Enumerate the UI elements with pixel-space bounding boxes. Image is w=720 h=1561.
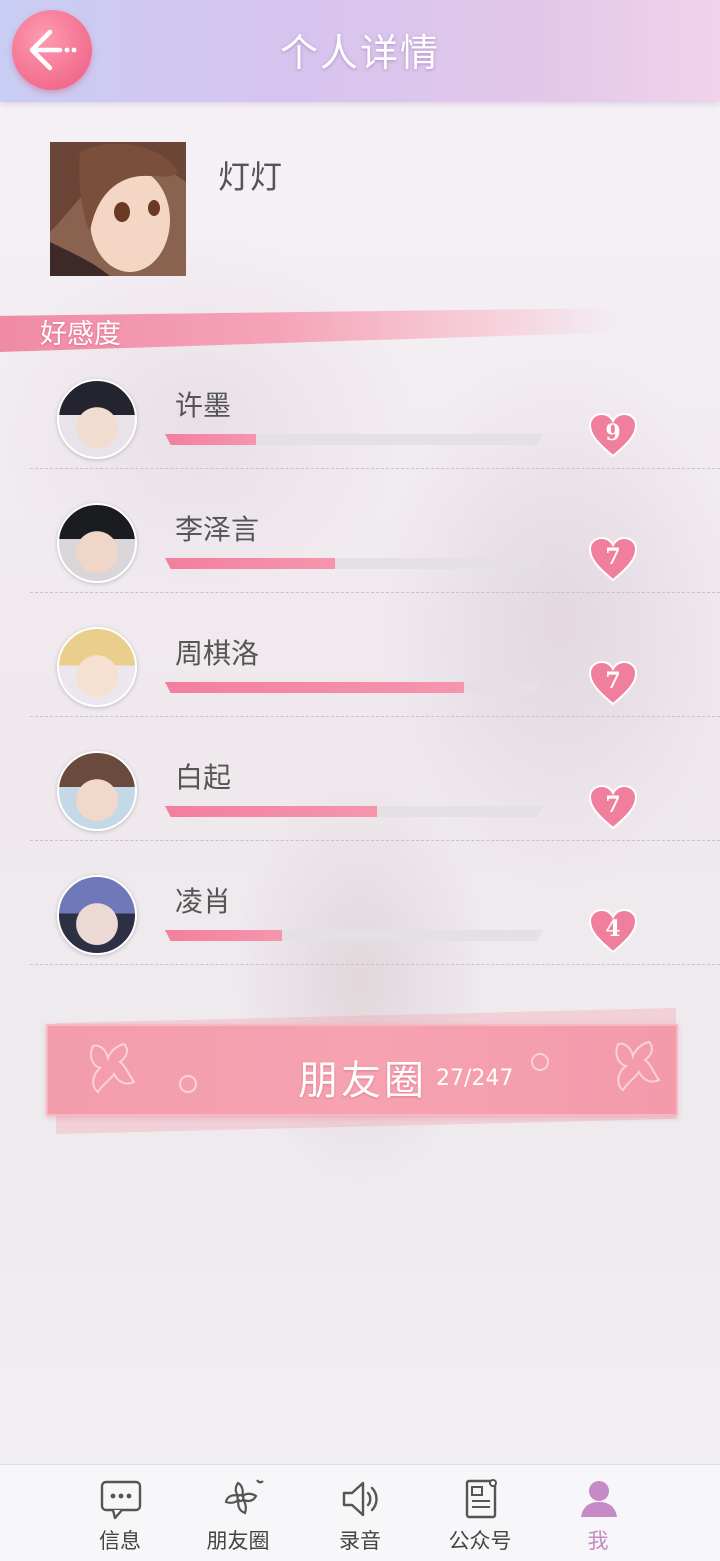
speaker-icon: [342, 1481, 378, 1517]
affinity-bar-fill: [165, 682, 464, 693]
affinity-level: 7: [605, 792, 621, 818]
affinity-bar: [165, 434, 543, 445]
row-divider: [30, 592, 720, 593]
bottom-nav: 信息 朋友圈 录音 公众号 我: [0, 1464, 720, 1561]
character-name: 周棋洛: [175, 637, 260, 670]
profile-name: 灯灯: [218, 158, 283, 196]
affinity-bar: [165, 558, 543, 569]
affinity-bar-fill: [165, 930, 283, 941]
row-divider: [30, 964, 720, 965]
affinity-bar-fill: [165, 558, 336, 569]
page-title: 个人详情: [279, 31, 440, 75]
nav-label: 信息: [99, 1529, 141, 1553]
affinity-level-heart[interactable]: 7: [588, 784, 638, 830]
character-avatar: [57, 379, 137, 459]
row-divider: [30, 716, 720, 717]
header-bar: 个人详情: [0, 0, 720, 102]
document-icon: [465, 1479, 497, 1519]
character-row-zhouqiluo[interactable]: 周棋洛 7: [0, 620, 720, 744]
moments-label: 朋友圈: [298, 1058, 427, 1104]
character-avatar: [57, 875, 137, 955]
nav-item-me[interactable]: 我: [542, 1465, 654, 1561]
section-title: 好感度: [40, 319, 121, 350]
person-icon: [581, 1481, 617, 1517]
character-avatar: [57, 751, 137, 831]
profile-avatar[interactable]: [50, 142, 186, 276]
affinity-bar: [165, 806, 543, 817]
character-name: 许墨: [175, 389, 232, 422]
affinity-level-heart[interactable]: 9: [588, 412, 638, 458]
affinity-level: 7: [605, 544, 621, 570]
profile-portrait-image: [50, 142, 186, 276]
nav-label: 录音: [339, 1529, 381, 1553]
moments-count: 27/247: [436, 1066, 514, 1091]
affinity-level: 4: [605, 916, 621, 942]
affinity-bar: [165, 682, 543, 693]
affinity-level-heart[interactable]: 7: [588, 660, 638, 706]
nav-item-messages[interactable]: 信息: [64, 1465, 176, 1561]
character-name: 凌肖: [175, 885, 232, 918]
affinity-bar-fill: [165, 806, 377, 817]
row-divider: [30, 840, 720, 841]
nav-item-recordings[interactable]: 录音: [304, 1465, 416, 1561]
affinity-level-heart[interactable]: 7: [588, 536, 638, 582]
affinity-level-heart[interactable]: 4: [588, 908, 638, 954]
character-name: 白起: [175, 761, 232, 794]
affinity-level: 9: [605, 420, 621, 446]
nav-label: 我: [587, 1529, 609, 1553]
nav-label: 公众号: [448, 1529, 512, 1553]
moments-button[interactable]: 朋友圈 27/247: [46, 1008, 678, 1134]
nav-item-official-accounts[interactable]: 公众号: [424, 1465, 536, 1561]
character-row-lingxiao[interactable]: 凌肖 4: [0, 868, 720, 992]
row-divider: [30, 468, 720, 469]
character-row-baiqi[interactable]: 白起 7: [0, 744, 720, 868]
character-row-xumo[interactable]: 许墨 9: [0, 372, 720, 496]
nav-label: 朋友圈: [206, 1529, 270, 1553]
character-avatar: [57, 627, 137, 707]
affinity-bar: [165, 930, 543, 941]
character-avatar: [57, 503, 137, 583]
character-row-lizeyan[interactable]: 李泽言 7: [0, 496, 720, 620]
affinity-level: 7: [605, 668, 621, 694]
affinity-bar-fill: [165, 434, 256, 445]
nav-item-moments[interactable]: 朋友圈: [182, 1465, 294, 1561]
chat-bubble-icon: [100, 1480, 142, 1520]
character-name: 李泽言: [175, 513, 260, 546]
sakura-flower-icon: [224, 1479, 264, 1515]
